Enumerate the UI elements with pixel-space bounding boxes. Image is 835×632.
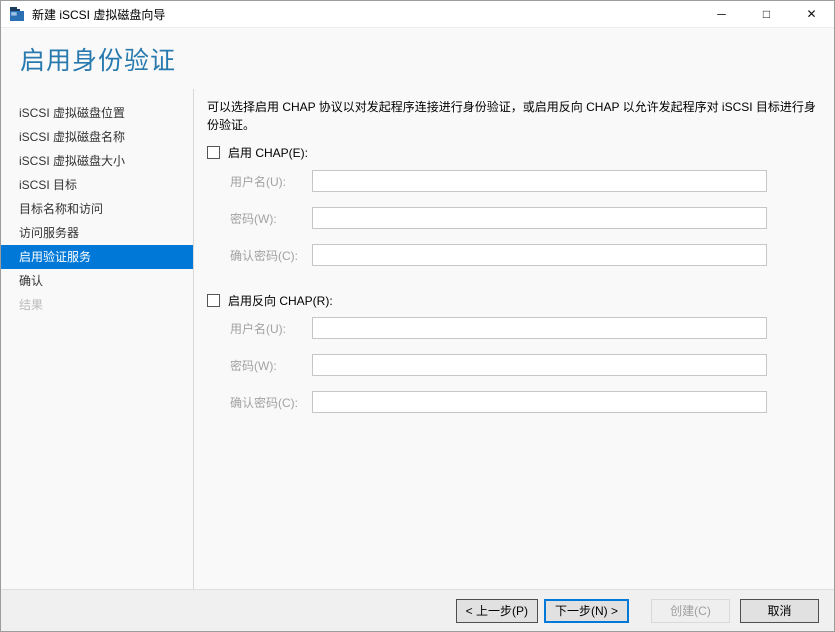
reverse-chap-confirm-password-row: 确认密码(C):: [230, 391, 767, 413]
page-title: 启用身份验证: [20, 47, 177, 75]
title-bar: 新建 iSCSI 虚拟磁盘向导 ─ □ ✕: [1, 1, 834, 28]
page-description: 可以选择启用 CHAP 协议以对发起程序连接进行身份验证，或启用反向 CHAP …: [207, 100, 816, 132]
chap-password-row: 密码(W):: [230, 207, 767, 229]
enable-chap-checkbox[interactable]: [207, 146, 220, 159]
enable-reverse-chap-checkbox[interactable]: [207, 294, 220, 307]
sidebar-item-results: 结果: [19, 298, 44, 312]
chap-username-input[interactable]: [312, 170, 767, 192]
minimize-button[interactable]: ─: [699, 1, 744, 27]
sidebar-item-confirm[interactable]: 确认: [1, 269, 193, 293]
sidebar-item-disk-size[interactable]: iSCSI 虚拟磁盘大小: [1, 149, 193, 173]
enable-chap-row: 启用 CHAP(E):: [207, 144, 308, 161]
chap-confirm-password-input[interactable]: [312, 244, 767, 266]
reverse-chap-username-row: 用户名(U):: [230, 317, 767, 339]
sidebar-item-access-servers[interactable]: 访问服务器: [1, 221, 193, 245]
sidebar-item-enable-authentication[interactable]: 启用验证服务: [1, 245, 193, 269]
wizard-steps-sidebar: iSCSI 虚拟磁盘位置 iSCSI 虚拟磁盘名称 iSCSI 虚拟磁盘大小 i…: [1, 101, 193, 317]
chap-username-label: 用户名(U):: [230, 174, 286, 189]
sidebar-item-iscsi-target[interactable]: iSCSI 目标: [1, 173, 193, 197]
sidebar-item-disk-name[interactable]: iSCSI 虚拟磁盘名称: [1, 125, 193, 149]
enable-reverse-chap-label: 启用反向 CHAP(R):: [228, 294, 333, 308]
cancel-button[interactable]: 取消: [740, 598, 819, 623]
sidebar-item-target-name-access[interactable]: 目标名称和访问: [1, 197, 193, 221]
server-manager-icon: [10, 7, 24, 21]
enable-chap-label: 启用 CHAP(E):: [228, 146, 309, 160]
reverse-chap-password-row: 密码(W):: [230, 354, 767, 376]
enable-reverse-chap-row: 启用反向 CHAP(R):: [207, 292, 333, 309]
chap-username-row: 用户名(U):: [230, 170, 767, 192]
reverse-chap-password-input[interactable]: [312, 354, 767, 376]
close-button[interactable]: ✕: [789, 1, 834, 27]
chap-password-input[interactable]: [312, 207, 767, 229]
chap-confirm-password-label: 确认密码(C):: [230, 248, 298, 263]
wizard-window: { "window": { "title": "新建 iSCSI 虚拟磁盘向导"…: [0, 0, 835, 632]
reverse-chap-confirm-password-label: 确认密码(C):: [230, 395, 298, 410]
maximize-button[interactable]: □: [744, 1, 789, 27]
chap-password-label: 密码(W):: [230, 211, 277, 226]
chap-confirm-password-row: 确认密码(C):: [230, 244, 767, 266]
create-button: 创建(C): [651, 598, 730, 623]
reverse-chap-username-label: 用户名(U):: [230, 321, 286, 336]
previous-button[interactable]: < 上一步(P): [455, 598, 538, 623]
window-controls: ─ □ ✕: [699, 1, 834, 27]
sidebar-item-disk-location[interactable]: iSCSI 虚拟磁盘位置: [1, 101, 193, 125]
wizard-footer: < 上一步(P) 下一步(N) > 创建(C) 取消: [1, 589, 834, 631]
page-header: 启用身份验证: [1, 29, 834, 89]
window-title: 新建 iSCSI 虚拟磁盘向导: [32, 7, 166, 22]
reverse-chap-password-label: 密码(W):: [230, 358, 277, 373]
content-pane: 可以选择启用 CHAP 协议以对发起程序连接进行身份验证，或启用反向 CHAP …: [193, 89, 834, 589]
next-button[interactable]: 下一步(N) >: [543, 598, 629, 623]
reverse-chap-username-input[interactable]: [312, 317, 767, 339]
reverse-chap-confirm-password-input[interactable]: [312, 391, 767, 413]
